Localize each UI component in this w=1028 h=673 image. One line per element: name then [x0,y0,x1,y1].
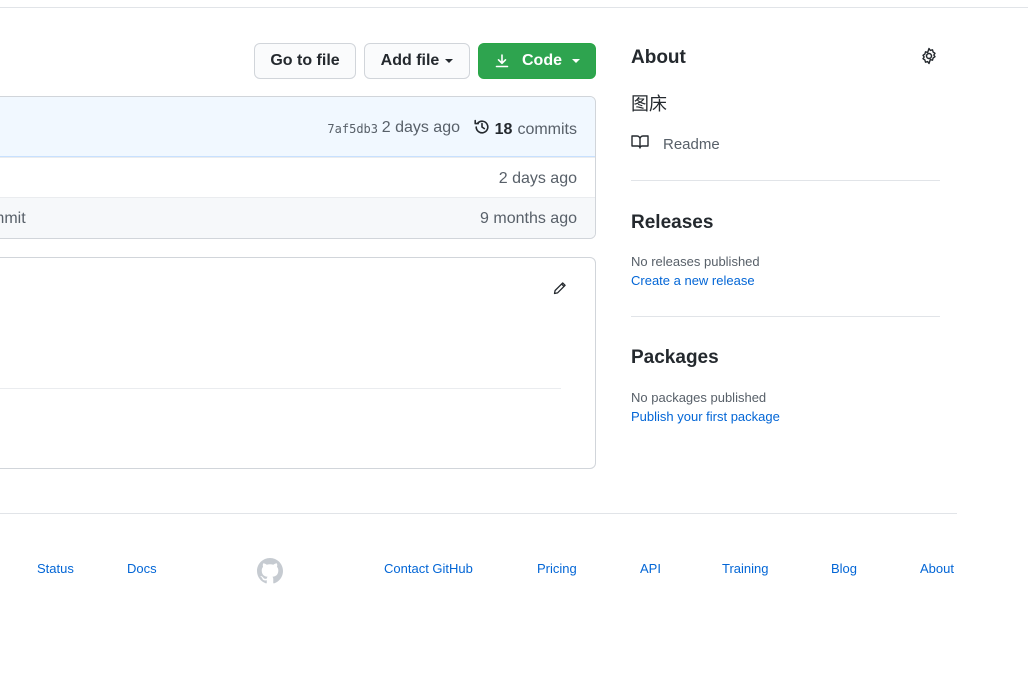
add-file-label: Add file [380,52,440,69]
book-icon [631,134,663,154]
github-mark-icon[interactable] [257,558,283,589]
go-to-file-button[interactable]: Go to file [254,43,356,79]
code-button[interactable]: Code [478,43,596,79]
publish-package-link[interactable]: Publish your first package [631,409,780,424]
footer-link-api[interactable]: API [640,561,661,576]
repo-description: 图床 [631,94,667,115]
readme-link[interactable]: Readme [631,134,720,154]
footer-link-training[interactable]: Training [722,561,768,576]
file-row[interactable]: mmit 9 months ago [0,197,595,238]
file-age: 9 months ago [480,210,577,227]
file-list: 7af5db3 2 days ago 18 commits 2 days ago… [0,96,596,239]
footer-link-about[interactable]: About [920,561,954,576]
file-commit-message[interactable]: mmit [0,210,26,228]
go-to-file-label: Go to file [270,52,340,69]
header-divider [0,7,1028,8]
caret-down-icon [572,59,580,63]
commits-history-link[interactable]: 18 commits [473,118,577,141]
readme-divider [0,388,561,389]
commits-label: commits [517,120,577,138]
footer-link-contact[interactable]: Contact GitHub [384,561,473,576]
no-packages-text: No packages published [631,390,767,405]
history-icon [473,118,495,141]
sidebar-divider [631,180,940,181]
commit-count: 18 [494,120,513,138]
file-age: 2 days ago [498,170,577,187]
footer-link-docs[interactable]: Docs [127,561,157,576]
create-release-link[interactable]: Create a new release [631,273,755,288]
no-releases-text: No releases published [631,254,760,269]
sidebar-divider [631,316,940,317]
releases-heading[interactable]: Releases [631,212,713,234]
download-icon [494,53,510,69]
about-heading: About [631,47,686,68]
readme-panel [0,257,596,469]
pencil-icon[interactable] [552,280,568,301]
file-row[interactable]: 2 days ago [0,157,595,198]
footer-link-status[interactable]: Status [37,561,74,576]
latest-commit-bar: 7af5db3 2 days ago 18 commits [0,97,595,157]
commit-sha-link[interactable]: 7af5db3 [327,122,378,136]
packages-heading[interactable]: Packages [631,347,719,369]
add-file-button[interactable]: Add file [364,43,470,79]
footer-divider [0,513,957,514]
footer-link-pricing[interactable]: Pricing [537,561,577,576]
readme-label: Readme [663,135,720,153]
code-label: Code [522,52,562,69]
caret-down-icon [445,59,454,63]
commit-age[interactable]: 2 days ago [382,119,460,137]
gear-icon[interactable] [920,47,938,70]
footer-link-blog[interactable]: Blog [831,561,857,576]
